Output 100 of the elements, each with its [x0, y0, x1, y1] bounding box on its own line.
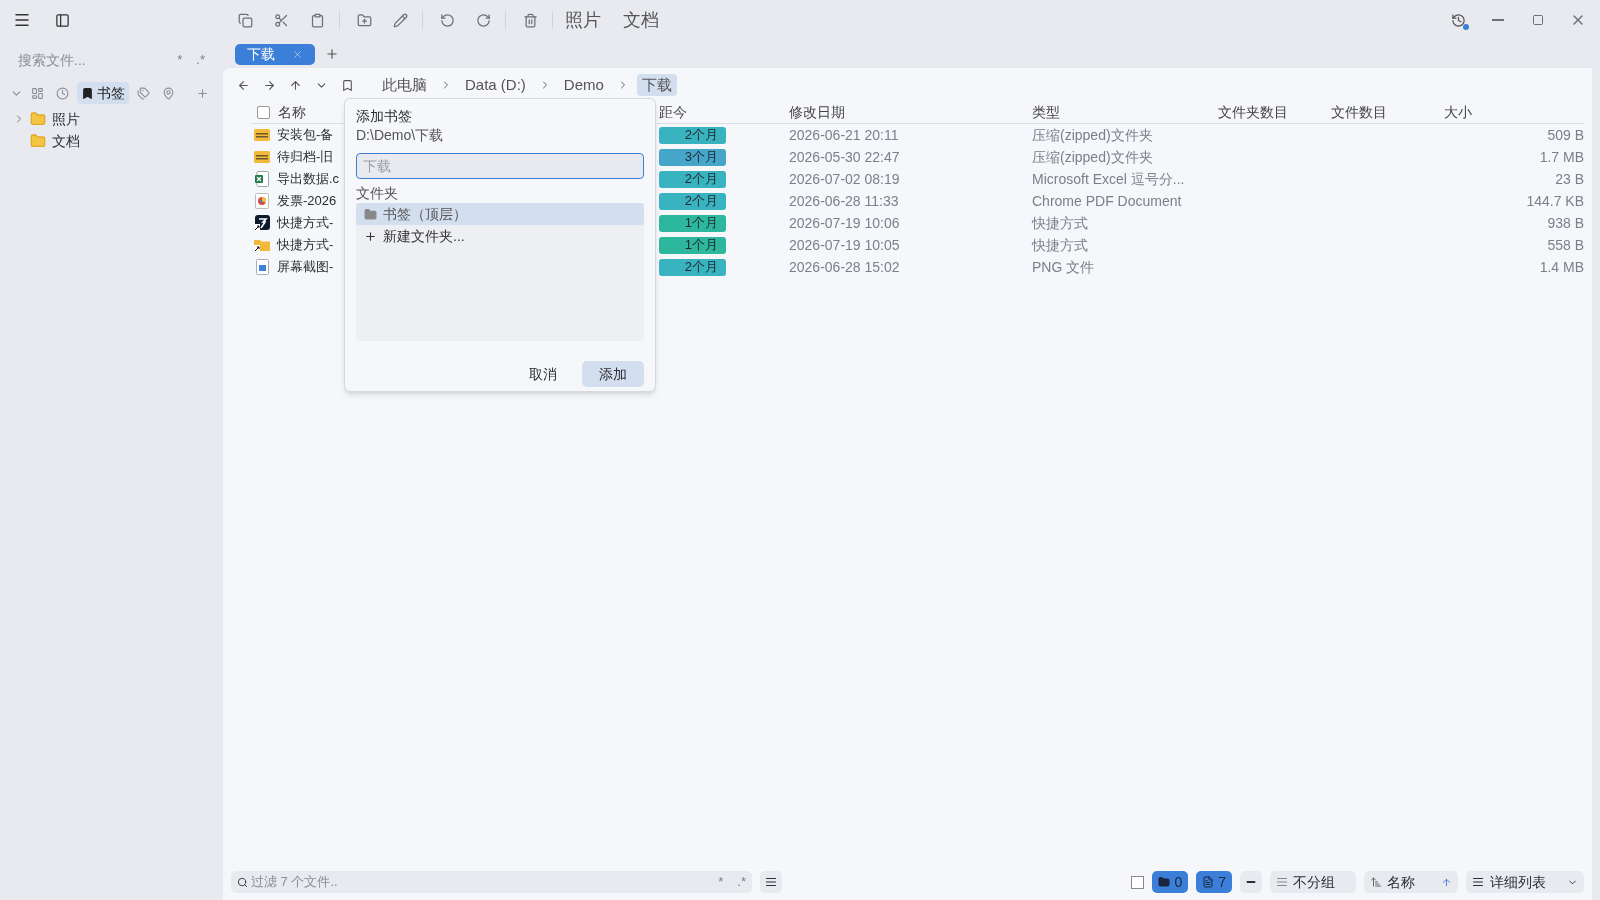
- folder-icon: [30, 133, 46, 149]
- copy-icon: [237, 12, 253, 28]
- bookmark-icon: [81, 86, 94, 100]
- folder-plus-icon: [356, 12, 372, 28]
- folder-list-item[interactable]: 新建文件夹...: [356, 225, 644, 247]
- tree-label: 照片: [52, 109, 80, 129]
- sidebar-icon: [54, 12, 70, 28]
- add-button[interactable]: 添加: [582, 361, 644, 387]
- file-type: 压缩(zipped)文件夹: [1032, 148, 1153, 165]
- add-button[interactable]: [196, 86, 209, 100]
- cancel-button[interactable]: 取消: [512, 361, 574, 387]
- scissors-icon: [273, 12, 289, 28]
- folder-icon: [1158, 876, 1171, 888]
- clipboard-icon: [309, 12, 325, 28]
- column-header[interactable]: 文件数目: [1331, 102, 1387, 123]
- quick-link[interactable]: 文档: [623, 6, 659, 34]
- age-badge: 1个月: [659, 214, 726, 232]
- file-name: 屏幕截图-: [277, 258, 334, 277]
- bookmark-name-field[interactable]: 下载: [356, 153, 644, 179]
- folder-shortcut-icon: [254, 238, 270, 252]
- tree-item[interactable]: 文档: [12, 130, 223, 152]
- column-header[interactable]: 修改日期: [789, 102, 845, 123]
- folder-label: 文件夹: [356, 184, 399, 203]
- search-icon: [237, 876, 248, 888]
- plus-icon: [196, 86, 209, 100]
- file-name: 发票-2026: [277, 192, 337, 211]
- breadcrumb-item[interactable]: 下载: [636, 74, 677, 96]
- file-name: 安装包-备: [277, 126, 334, 145]
- file-type: Microsoft Excel 逗号分...: [1032, 170, 1185, 187]
- column-header[interactable]: 类型: [1032, 102, 1060, 123]
- file-name: 快捷方式-: [277, 236, 334, 255]
- modified-date: 2026-07-19 10:06: [789, 214, 900, 231]
- undo-icon: [439, 12, 455, 28]
- filter-menu-button[interactable]: [760, 871, 782, 893]
- history-icon: [1450, 12, 1466, 28]
- folder-icon: [30, 111, 46, 127]
- sort-dropdown[interactable]: 名称: [1364, 871, 1458, 893]
- column-header[interactable]: 距今: [659, 102, 687, 123]
- layout-button[interactable]: [1240, 871, 1262, 893]
- zip-folder-icon: [254, 128, 270, 142]
- folder-list-item[interactable]: 书签（顶层）: [356, 203, 644, 225]
- modified-date: 2026-06-28 15:02: [789, 258, 900, 275]
- pencil-icon: [392, 12, 408, 28]
- close-tab-icon: [292, 48, 303, 60]
- browser-document-icon: [255, 193, 269, 209]
- sidebar-tab[interactable]: 书签: [77, 82, 129, 104]
- bookmark-path: D:\Demo\下载: [356, 126, 445, 145]
- breadcrumb-item[interactable]: Demo: [558, 74, 609, 96]
- breadcrumb-item[interactable]: 此电脑: [377, 74, 432, 96]
- breadcrumb-item[interactable]: Data (D:): [460, 74, 531, 96]
- column-header[interactable]: 文件夹数目: [1218, 102, 1288, 123]
- file-count-badge[interactable]: 7: [1196, 871, 1232, 893]
- modified-date: 2026-06-21 20:11: [789, 126, 899, 143]
- file-type: PNG 文件: [1032, 258, 1095, 275]
- file-type: Chrome PDF Document: [1032, 192, 1182, 209]
- select-checkbox[interactable]: [1131, 875, 1145, 889]
- age-badge: 2个月: [659, 192, 726, 210]
- file-size: 938 B: [1547, 214, 1584, 231]
- minimize-icon: [1492, 19, 1504, 21]
- group-dropdown[interactable]: 不分组: [1270, 871, 1356, 893]
- file-size: 1.7 MB: [1539, 148, 1584, 165]
- modified-date: 2026-05-30 22:47: [789, 148, 900, 165]
- new-tab-button[interactable]: [325, 47, 339, 61]
- menu-icon: [13, 11, 31, 29]
- search-field[interactable]: 搜索文件...: [18, 49, 158, 71]
- file-size: 144.7 KB: [1526, 192, 1584, 209]
- trash-icon: [522, 12, 538, 28]
- modified-date: 2026-06-28 11:33: [789, 192, 899, 209]
- arrow-right-icon: [262, 78, 276, 92]
- list-icon: [1472, 876, 1484, 888]
- popup-title: 添加书签: [356, 107, 413, 126]
- tree-item[interactable]: 照片: [12, 108, 223, 130]
- list-icon: [1276, 876, 1288, 888]
- column-header[interactable]: 大小: [1444, 102, 1472, 123]
- view-dropdown[interactable]: 详细列表: [1466, 871, 1584, 893]
- list-icon: [765, 876, 777, 888]
- arrow-up-icon: [288, 78, 302, 92]
- layout-icon: [31, 86, 44, 100]
- quick-link[interactable]: 照片: [565, 6, 601, 34]
- file-name: 快捷方式-: [277, 214, 334, 233]
- file-name: 待归档-旧: [277, 148, 334, 167]
- modified-date: 2026-07-02 08:19: [789, 170, 900, 187]
- file-name: 导出数据.c: [277, 170, 340, 189]
- age-badge: 2个月: [659, 170, 726, 188]
- file-type: 压缩(zipped)文件夹: [1032, 126, 1153, 143]
- age-badge: 2个月: [659, 126, 726, 144]
- clock-icon: [56, 86, 69, 100]
- file-size: 23 B: [1555, 170, 1584, 187]
- file-type: 快捷方式: [1032, 214, 1088, 231]
- image-file-icon: [255, 259, 269, 275]
- select-all-checkbox[interactable]: [257, 106, 270, 119]
- age-badge: 2个月: [659, 258, 726, 276]
- file-type: 快捷方式: [1032, 236, 1088, 253]
- tab[interactable]: 下载: [235, 43, 315, 65]
- folder-count-badge[interactable]: 0: [1152, 871, 1189, 893]
- bookmark-icon: [340, 78, 354, 92]
- column-header[interactable]: 名称: [278, 102, 306, 123]
- age-badge: 1个月: [659, 236, 726, 254]
- tree-label: 文档: [52, 131, 80, 151]
- file-size: 558 B: [1547, 236, 1584, 253]
